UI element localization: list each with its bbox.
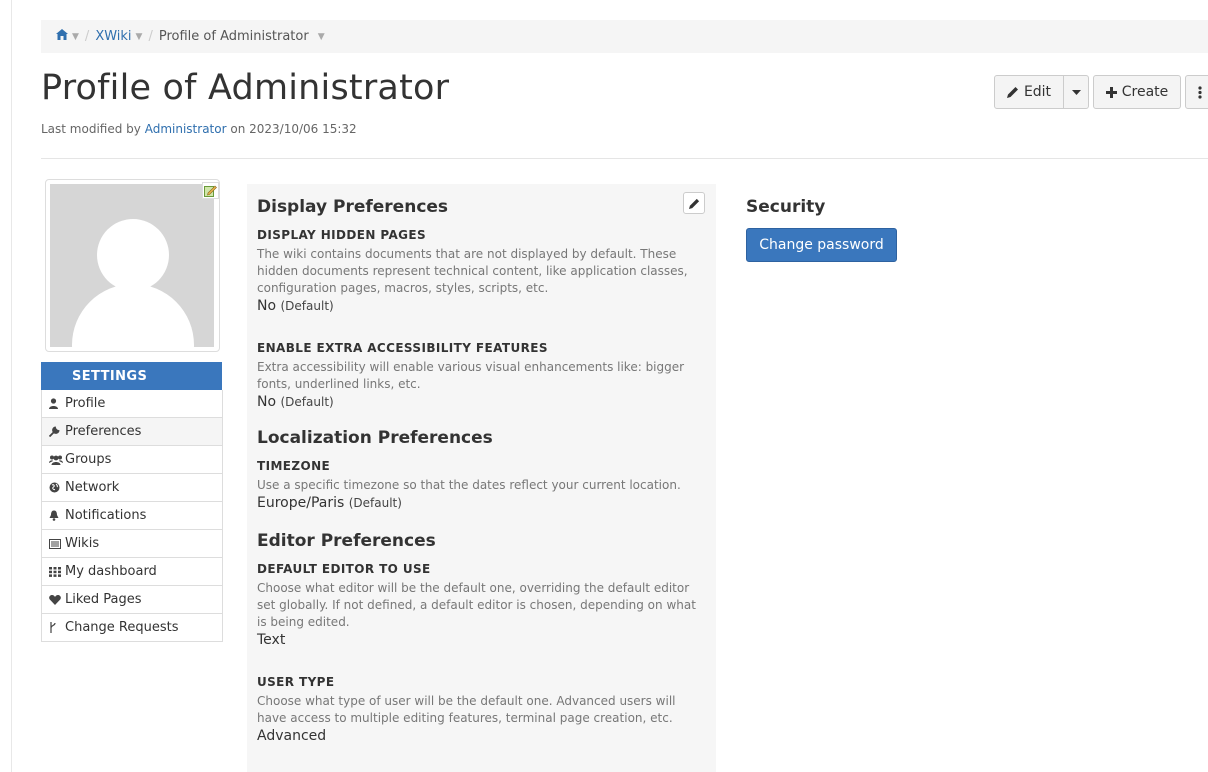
modified-date: on 2023/10/06 15:32 [230, 122, 357, 136]
breadcrumb-separator: / [84, 29, 90, 44]
sidebar-item-liked-pages[interactable]: Liked Pages [41, 586, 223, 614]
chevron-down-icon[interactable]: ▼ [136, 32, 143, 42]
editor-preferences-title: Editor Preferences [257, 531, 436, 551]
sidebar-item-label: Wikis [65, 536, 100, 551]
default-marker: (Default) [348, 496, 402, 510]
display-preferences-title: Display Preferences [257, 197, 449, 217]
chevron-down-icon[interactable]: ▼ [72, 32, 79, 42]
default-editor-label: DEFAULT EDITOR TO USE [257, 562, 431, 576]
accessibility-value: No (Default) [257, 393, 706, 411]
plus-icon [1105, 86, 1117, 98]
localization-preferences-title: Localization Preferences [257, 428, 493, 448]
caret-down-icon [1071, 89, 1081, 95]
change-password-button[interactable]: Change password [746, 228, 897, 262]
accessibility-label: ENABLE EXTRA ACCESSIBILITY FEATURES [257, 341, 548, 355]
default-editor-hint: Choose what editor will be the default o… [257, 581, 696, 629]
pencil-icon [688, 198, 699, 209]
display-hidden-pages-hint: The wiki contains documents that are not… [257, 247, 688, 295]
users-icon [49, 455, 63, 465]
vertical-ellipsis-icon [1198, 85, 1202, 99]
timezone-hint: Use a specific timezone so that the date… [257, 478, 681, 492]
settings-menu: Profile Preferences Groups Network Notif… [41, 390, 223, 642]
breadcrumb-current: Profile of Administrator [158, 29, 309, 44]
value-text: Europe/Paris [257, 495, 345, 511]
sidebar-item-preferences[interactable]: Preferences [41, 418, 223, 446]
sidebar-item-label: Profile [65, 396, 106, 411]
chevron-down-icon[interactable]: ▼ [318, 32, 325, 42]
grid-icon [49, 566, 63, 577]
list-icon [49, 538, 63, 549]
breadcrumb-separator: / [148, 29, 153, 44]
wrench-icon [49, 426, 63, 437]
heart-icon [49, 594, 63, 605]
avatar-placeholder-image [50, 184, 214, 347]
user-type-hint: Choose what type of user will be the def… [257, 694, 676, 725]
sidebar-item-wikis[interactable]: Wikis [41, 530, 223, 558]
sidebar-item-label: Preferences [65, 424, 142, 439]
edit-button[interactable]: Edit [994, 75, 1064, 109]
display-hidden-pages-value: No (Default) [257, 297, 706, 315]
edit-label: Edit [1023, 84, 1052, 100]
more-actions-button[interactable] [1185, 75, 1208, 109]
sidebar-item-label: Change Requests [65, 620, 179, 635]
default-editor-value: Text [257, 632, 286, 648]
user-icon [49, 398, 63, 409]
sidebar-item-my-dashboard[interactable]: My dashboard [41, 558, 223, 586]
branch-icon [49, 622, 63, 633]
sidebar-item-label: Liked Pages [65, 592, 142, 607]
breadcrumb-link-xwiki[interactable]: XWiki [95, 29, 131, 44]
breadcrumb: ▼ / XWiki ▼ / Profile of Administrator ▼ [41, 20, 1208, 53]
avatar [45, 179, 220, 352]
sidebar-item-network[interactable]: Network [41, 474, 223, 502]
last-modified: Last modified by Administrator on 2023/1… [41, 122, 357, 136]
create-button[interactable]: Create [1093, 75, 1181, 109]
edit-preferences-button[interactable] [683, 192, 705, 214]
pencil-icon [1006, 87, 1018, 98]
value-text: No [257, 298, 277, 314]
sidebar-item-profile[interactable]: Profile [41, 390, 223, 418]
sidebar-item-label: Groups [65, 452, 112, 467]
sidebar-item-label: Notifications [65, 508, 147, 523]
timezone-value: Europe/Paris (Default) [257, 494, 706, 512]
sidebar-item-label: My dashboard [65, 564, 157, 579]
edit-avatar-icon[interactable] [202, 182, 219, 199]
preferences-panel: Display Preferences DISPLAY HIDDEN PAGES… [247, 184, 716, 772]
create-label: Create [1121, 84, 1169, 100]
bell-icon [49, 510, 63, 521]
sidebar-item-groups[interactable]: Groups [41, 446, 223, 474]
accessibility-hint: Extra accessibility will enable various … [257, 360, 685, 391]
home-icon[interactable] [56, 29, 68, 44]
sidebar-item-change-requests[interactable]: Change Requests [41, 614, 223, 642]
user-type-value: Advanced [257, 728, 327, 744]
display-hidden-pages-label: DISPLAY HIDDEN PAGES [257, 228, 427, 242]
settings-header: SETTINGS [41, 362, 222, 390]
left-rail [0, 0, 12, 772]
globe-icon [49, 482, 63, 493]
edit-menu-toggle[interactable] [1063, 75, 1089, 109]
sidebar-item-label: Network [65, 480, 120, 495]
default-marker: (Default) [280, 395, 334, 409]
modified-prefix: Last modified by [41, 122, 141, 136]
modified-user-link[interactable]: Administrator [145, 122, 227, 136]
sidebar-item-notifications[interactable]: Notifications [41, 502, 223, 530]
default-marker: (Default) [280, 299, 334, 313]
header-divider [41, 158, 1208, 159]
timezone-label: TIMEZONE [257, 459, 331, 473]
page-title: Profile of Administrator [41, 68, 450, 108]
security-title: Security [746, 197, 826, 217]
user-type-label: USER TYPE [257, 675, 335, 689]
value-text: No [257, 394, 277, 410]
